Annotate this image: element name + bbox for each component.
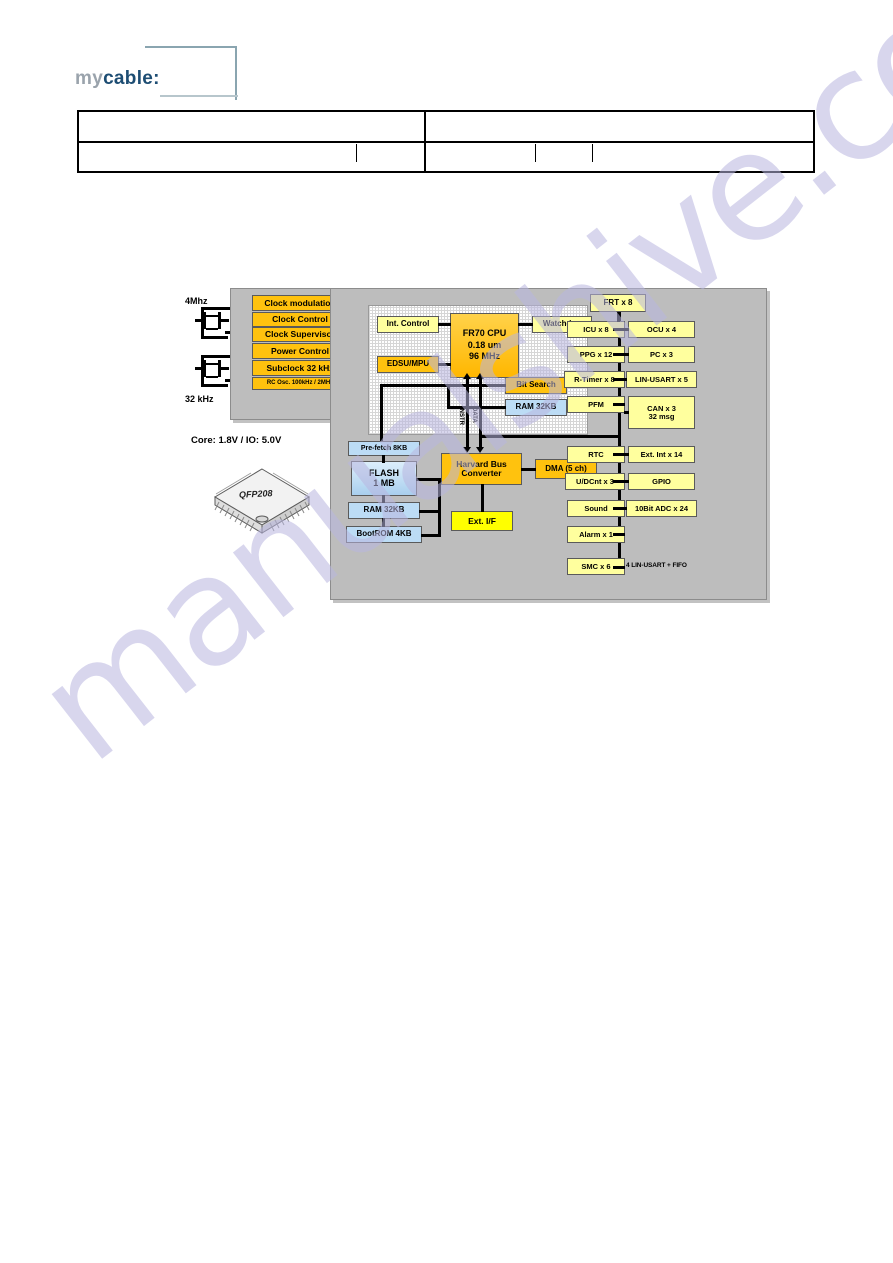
label-32khz: 32 kHz	[185, 394, 214, 404]
block-ram-32kb-core: RAM 32KB	[505, 399, 567, 416]
stub-pfm	[613, 403, 625, 406]
block-ram-32kb-mem: RAM 32KB	[348, 502, 420, 519]
stub-ppg	[613, 353, 625, 356]
peripheral-lin-usart: LIN-USART x 5	[626, 371, 697, 388]
block-pre-fetch: Pre-fetch 8KB	[348, 441, 420, 456]
bus-label-data: DATA	[471, 407, 477, 423]
block-edsu-mpu: EDSU/MPU	[377, 356, 439, 373]
bus-instr-line	[466, 378, 469, 450]
label-4mhz: 4Mhz	[185, 296, 208, 306]
wire-hbc-extif	[481, 484, 484, 512]
wire-cpu-watchdog	[518, 323, 533, 326]
header-table-row-1	[79, 112, 813, 143]
stub-alarm	[613, 533, 625, 536]
block-flash: FLASH 1 MB	[351, 461, 417, 496]
crystal-4mhz-icon	[195, 311, 229, 330]
block-ext-if: Ext. I/F	[451, 511, 513, 531]
wire-ram-bootrom	[382, 518, 385, 527]
block-harvard-bus-converter: Harvard Bus Converter	[441, 453, 522, 485]
stub-rtc	[613, 453, 625, 456]
peripheral-gpio: GPIO	[628, 473, 695, 490]
peripheral-can: CAN x 3 32 msg	[628, 396, 695, 429]
peripheral-ext-int: Ext. Int x 14	[628, 446, 695, 463]
header-table-tick-1	[356, 144, 357, 162]
header-table-tick-2	[535, 144, 536, 162]
block-int-control: Int. Control	[377, 316, 439, 333]
block-fr70-cpu: FR70 CPU 0.18 um 96 MHz	[450, 313, 519, 378]
logo-text: mycable:	[75, 68, 160, 90]
logo-underline-icon	[160, 94, 238, 97]
header-table-column-divider	[424, 112, 426, 171]
stub-smc	[613, 566, 625, 569]
flash-line-2: 1 MB	[373, 477, 395, 488]
crystal-32khz-icon	[195, 359, 229, 378]
wire-flash-ram	[382, 495, 385, 503]
label-core-voltage: Core: 1.8V / IO: 5.0V	[191, 435, 282, 446]
peripheral-frt: FRT x 8	[590, 294, 646, 312]
footnote-lin-usart-fifo: 4 LIN-USART + FIFO	[626, 562, 687, 569]
wire-bitsearch-vert	[447, 384, 450, 408]
cpu-line-2: 0.18 um	[467, 339, 502, 350]
peripheral-pc: PC x 3	[628, 346, 695, 363]
logo-text-my: my	[75, 68, 104, 89]
wire-intctrl-cpu	[438, 323, 451, 326]
wire-core-to-trunk	[481, 435, 621, 438]
wire-hbc-dma	[521, 468, 536, 471]
qfp208-chip-icon	[214, 468, 310, 534]
cpu-line-3: 96 MHz	[468, 351, 500, 362]
stub-frt	[617, 312, 620, 322]
watermark: manualshive.com	[0, 0, 893, 1263]
wire-prefetch-flash	[382, 455, 385, 463]
qfp208-chip-image: QFP208	[205, 461, 320, 539]
wire-ram-trunk	[419, 510, 440, 513]
bus-label-instr: INSTR	[458, 407, 464, 425]
bus-data-arrow-up	[476, 373, 484, 379]
stub-rtimer	[613, 378, 627, 381]
block-diagram: 4Mhz 32 kHz Clock modulation Clock Contr…	[185, 283, 785, 603]
block-bootrom: BootROM 4KB	[346, 526, 422, 543]
wire-flash-trunk	[416, 478, 440, 481]
header-table-tick-3	[592, 144, 593, 162]
wire-edsu-cpu	[438, 363, 451, 366]
wire-bitsearch-bus	[447, 384, 506, 387]
logo-text-dot: :	[153, 68, 160, 89]
peripheral-adc: 10Bit ADC x 24	[626, 500, 697, 517]
mycable-logo: mycable:	[75, 42, 285, 110]
chip-package-label: QFP208	[238, 488, 273, 500]
cpu-line-1: FR70 CPU	[462, 328, 507, 339]
block-bit-search: Bit Search	[505, 377, 567, 394]
header-table	[77, 110, 815, 173]
peripheral-ocu: OCU x 4	[628, 321, 695, 338]
stub-udcnt	[613, 480, 625, 483]
stub-can	[624, 411, 629, 414]
logo-text-cable: cable	[103, 68, 154, 89]
wire-mem-trunk	[438, 478, 441, 537]
hbc-line-2: Converter	[461, 468, 502, 478]
bus-data-line	[479, 378, 482, 450]
bus-instr-arrow-up	[463, 373, 471, 379]
stub-sound	[613, 507, 625, 510]
can-line-2: 32 msg	[648, 411, 675, 421]
wire-prefetch-horiz	[380, 384, 448, 387]
stub-icu	[613, 328, 625, 331]
wire-prefetch-vert	[380, 384, 383, 446]
